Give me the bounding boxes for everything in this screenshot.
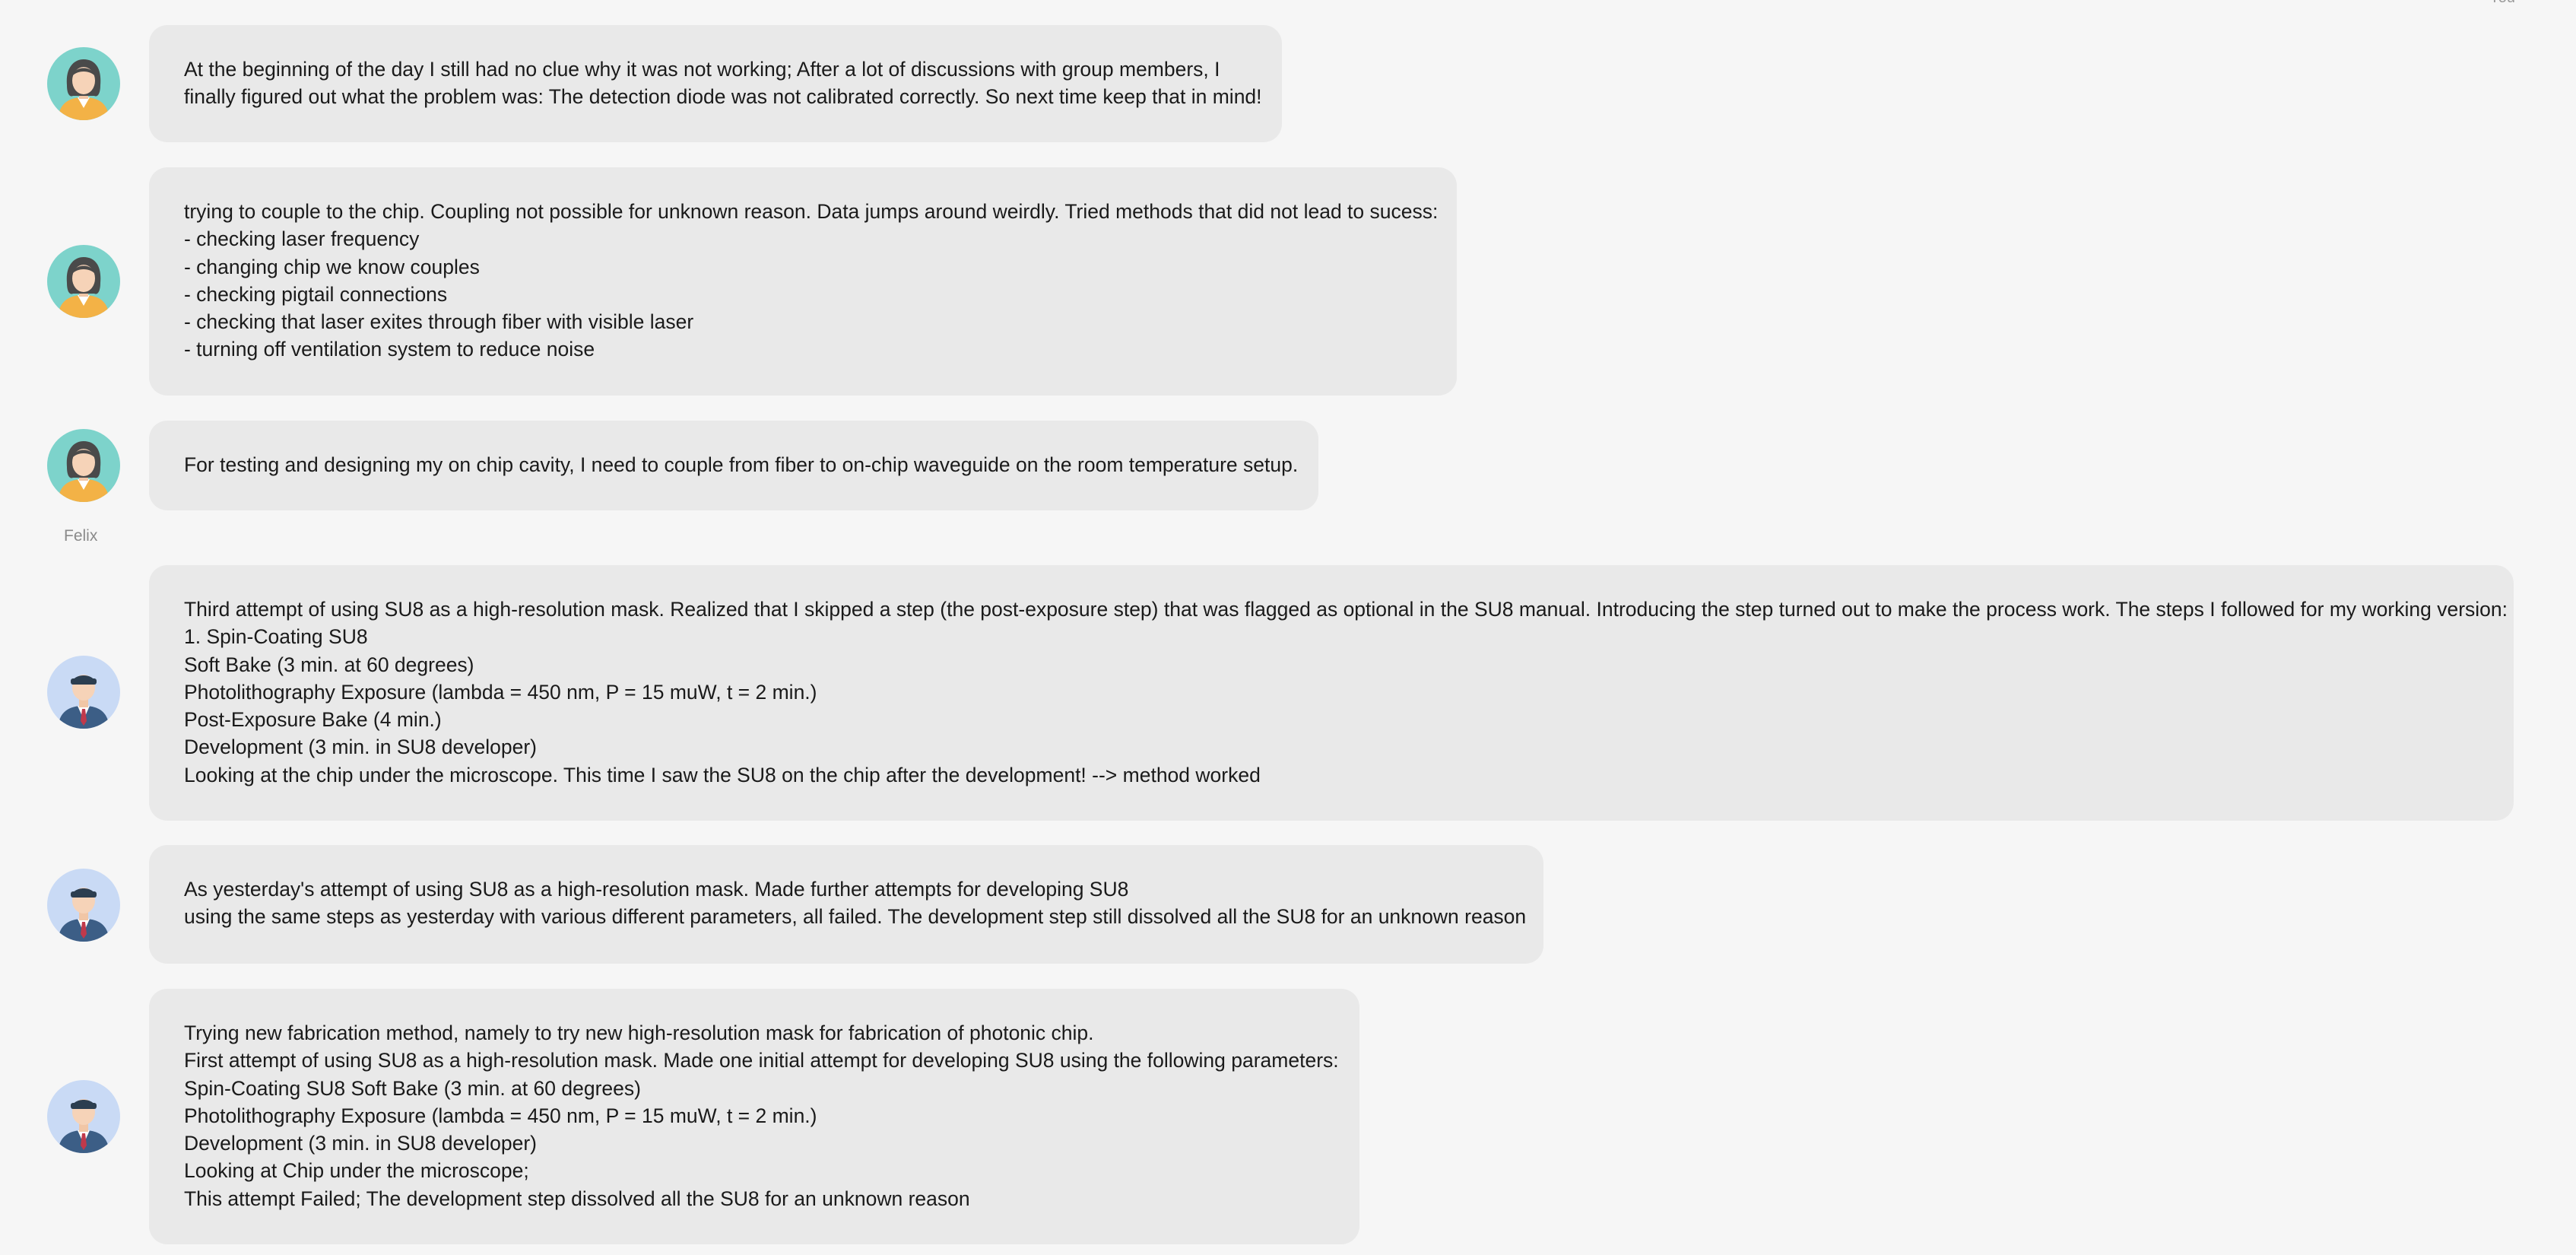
message-bubble: Trying new fabrication method, namely to… xyxy=(149,989,1359,1244)
message-text-line: Photolithography Exposure (lambda = 450 … xyxy=(184,1104,817,1127)
female-avatar-icon xyxy=(47,429,120,502)
message-bubble: At the beginning of the day I still had … xyxy=(149,25,1282,142)
message-text-line: Development (3 min. in SU8 developer) xyxy=(184,736,537,759)
message-text-line: trying to couple to the chip. Coupling n… xyxy=(184,200,1439,223)
message-bubble: Third attempt of using SU8 as a high-res… xyxy=(149,565,2514,821)
message-text-line: using the same steps as yesterday with v… xyxy=(184,905,1527,929)
message-text-line: - checking pigtail connections xyxy=(184,282,448,306)
corner-label: You xyxy=(2489,0,2515,7)
chat-page: You At the beginning of the day I still … xyxy=(0,0,2576,1255)
message-bubble: For testing and designing my on chip cav… xyxy=(149,421,1318,510)
message-text-line: - turning off ventilation system to redu… xyxy=(184,338,595,361)
female-avatar-icon xyxy=(47,245,120,318)
author-name: Felix xyxy=(64,527,98,545)
message-text-line: Looking at Chip under the microscope; xyxy=(184,1159,529,1183)
message-text-line: Soft Bake (3 min. at 60 degrees) xyxy=(184,653,474,676)
message-text-line: Looking at the chip under the microscope… xyxy=(184,763,1261,786)
message-bubble: As yesterday's attempt of using SU8 as a… xyxy=(149,845,1543,964)
message-text-line: Trying new fabrication method, namely to… xyxy=(184,1021,1094,1044)
message-text-line: As yesterday's attempt of using SU8 as a… xyxy=(184,878,1129,901)
message-text-line: For testing and designing my on chip cav… xyxy=(184,453,1299,476)
message-text-line: Development (3 min. in SU8 developer) xyxy=(184,1132,537,1155)
message-text-line: First attempt of using SU8 as a high-res… xyxy=(184,1049,1339,1072)
message-text-line: Spin-Coating SU8 Soft Bake (3 min. at 60… xyxy=(184,1076,641,1100)
male-avatar-icon xyxy=(47,1080,120,1153)
male-avatar-icon xyxy=(47,869,120,942)
message-text-line: 1. Spin-Coating SU8 xyxy=(184,625,368,649)
female-avatar-icon xyxy=(47,47,120,120)
message-text-line: This attempt Failed; The development ste… xyxy=(184,1187,970,1210)
message-bubble: trying to couple to the chip. Coupling n… xyxy=(149,167,1457,396)
message-text-line: - changing chip we know couples xyxy=(184,255,480,278)
male-avatar-icon xyxy=(47,656,120,729)
message-text-line: - checking laser frequency xyxy=(184,227,420,251)
message-text-line: Post-Exposure Bake (4 min.) xyxy=(184,708,442,732)
message-text-line: Photolithography Exposure (lambda = 450 … xyxy=(184,680,817,704)
message-text-line: finally figured out what the problem was… xyxy=(184,85,1262,109)
message-text-line: - checking that laser exites through fib… xyxy=(184,310,694,334)
message-text-line: Third attempt of using SU8 as a high-res… xyxy=(184,598,2508,621)
message-text-line: At the beginning of the day I still had … xyxy=(184,58,1220,81)
